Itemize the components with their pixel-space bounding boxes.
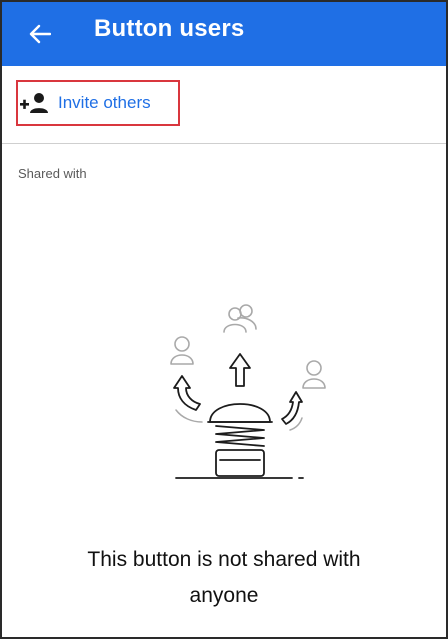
- page-title: Button users: [94, 15, 245, 42]
- invite-others-label: Invite others: [58, 93, 151, 112]
- empty-state-message-line2: anyone: [189, 584, 259, 607]
- shared-with-label: Shared with: [18, 166, 87, 181]
- back-button[interactable]: [22, 16, 58, 52]
- invite-others-button[interactable]: Invite others: [16, 80, 180, 126]
- person-add-icon: [20, 91, 50, 115]
- arrow-left-icon: [29, 24, 51, 44]
- button-spring-users-illustration: [170, 304, 326, 479]
- app-screen: Button users Invite others Shared with T…: [0, 0, 448, 639]
- app-bar: Button users: [2, 2, 446, 66]
- invite-row: Invite others: [2, 66, 446, 144]
- empty-state-message-line1: This button is not shared with: [87, 548, 361, 571]
- empty-state-message: This button is not shared with anyone: [22, 542, 426, 614]
